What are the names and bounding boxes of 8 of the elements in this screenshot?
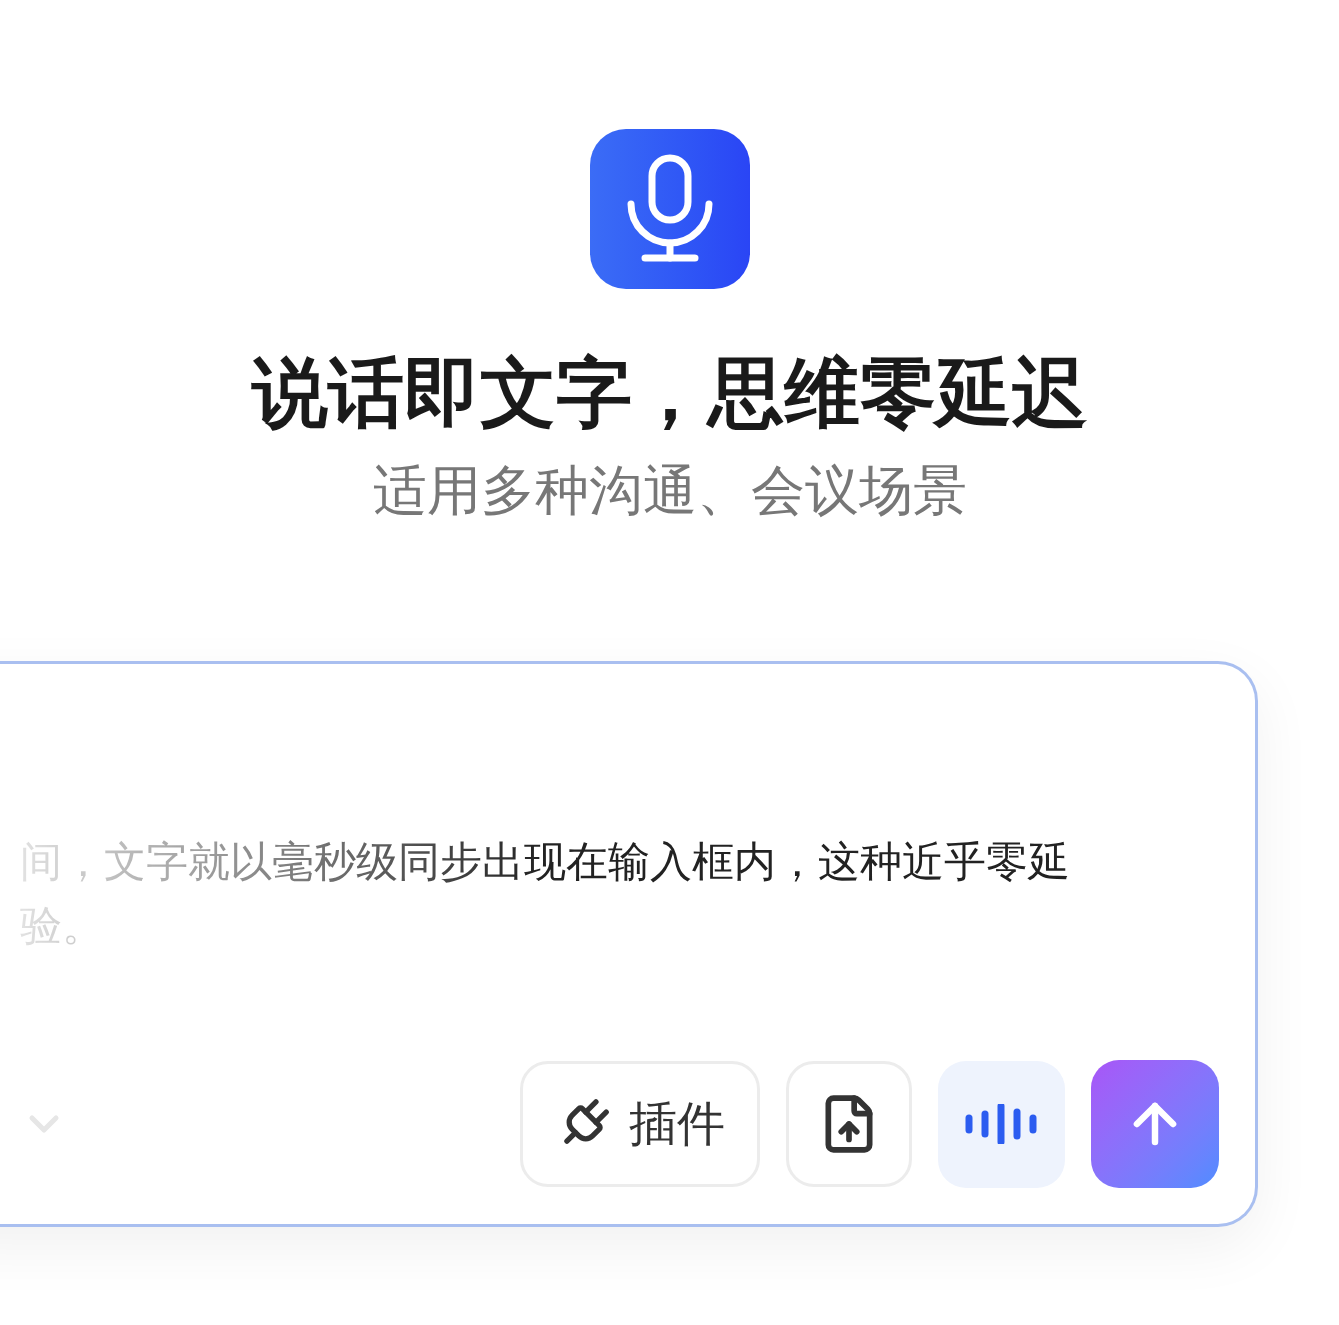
plugin-button[interactable]: 插件 xyxy=(520,1061,760,1187)
sound-wave-icon xyxy=(964,1104,1039,1144)
voice-input-button[interactable] xyxy=(938,1060,1065,1188)
send-button[interactable] xyxy=(1091,1060,1219,1188)
page-title: 说话即文字，思维零延迟 xyxy=(251,349,1088,437)
microphone-app-icon xyxy=(589,129,750,289)
upload-file-button[interactable] xyxy=(786,1061,912,1187)
page-subtitle: 适用多种沟通、会议场景 xyxy=(372,459,967,522)
